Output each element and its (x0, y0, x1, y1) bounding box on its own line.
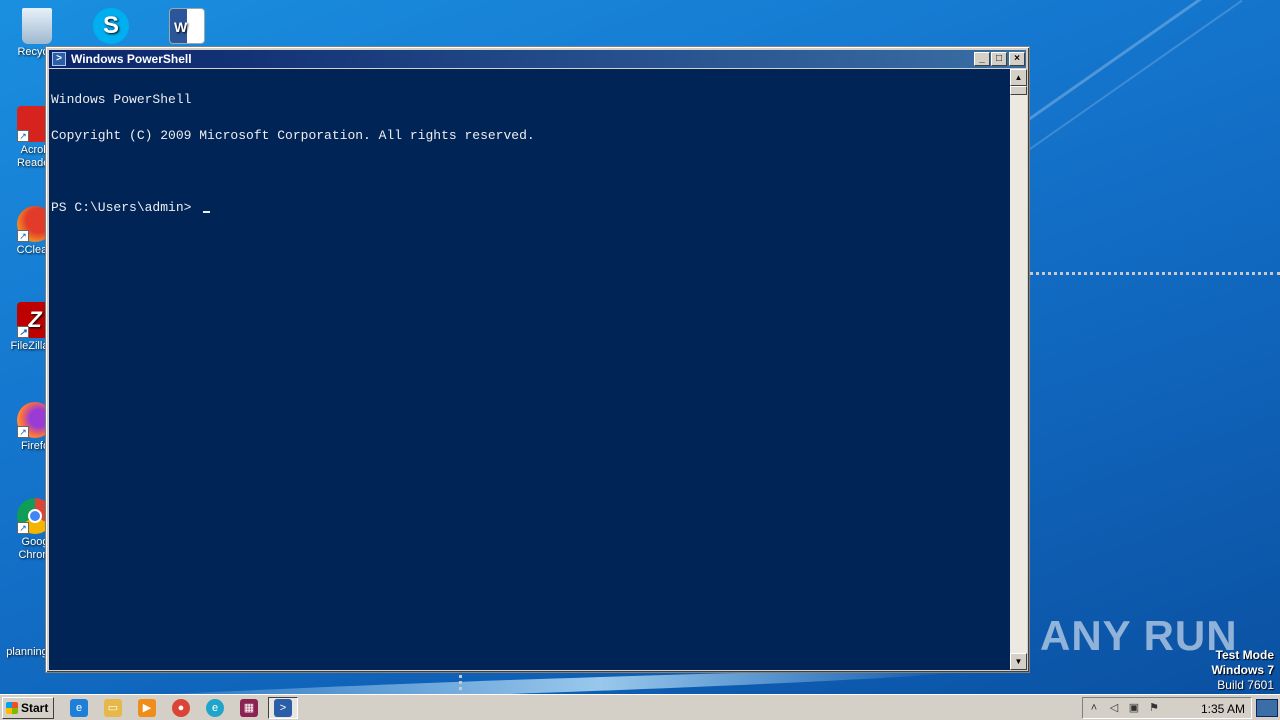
console-prompt-line: PS C:\Users\admin> (51, 200, 1008, 215)
show-desktop-button[interactable] (1256, 699, 1278, 717)
window-titlebar[interactable]: > Windows PowerShell _ □ × (49, 50, 1026, 68)
anyrun-watermark: ANY RUN (1040, 612, 1238, 659)
recycle-bin-icon (22, 8, 52, 44)
windows-logo-icon (6, 702, 18, 714)
window-title: Windows PowerShell (71, 52, 192, 66)
desktop-icon-skype[interactable]: S (76, 8, 146, 46)
powershell-icon[interactable]: > (274, 699, 292, 717)
skype-icon: S (93, 8, 129, 44)
winrar-icon[interactable]: ▦ (240, 699, 258, 717)
desktop-icon-word-document[interactable]: W (152, 8, 222, 46)
action-center-flag-icon[interactable]: ⚑ (1147, 701, 1161, 715)
console-output[interactable]: Windows PowerShell Copyright (C) 2009 Mi… (49, 69, 1010, 670)
show-hidden-icons-icon[interactable]: ˄ (1087, 701, 1101, 715)
taskbar: Start e ▭ ▶ ● e ▦ > ˄ ◁ ▣ ⚑ 1:35 AM (0, 694, 1280, 720)
vertical-scrollbar[interactable]: ▲ ▼ (1010, 69, 1027, 670)
network-icon[interactable]: ▣ (1127, 701, 1141, 715)
clock[interactable]: 1:35 AM (1201, 701, 1245, 717)
desktop-streak (991, 0, 1280, 146)
powershell-icon: > (52, 52, 66, 66)
maximize-button[interactable]: □ (991, 52, 1007, 66)
media-player-icon[interactable]: ▶ (138, 699, 156, 717)
console-prompt: PS C:\Users\admin> (51, 200, 200, 215)
close-button[interactable]: × (1009, 52, 1025, 66)
volume-icon[interactable]: ◁ (1107, 701, 1121, 715)
text-cursor (203, 211, 211, 213)
console-line: Copyright (C) 2009 Microsoft Corporation… (51, 128, 535, 143)
minimize-button[interactable]: _ (974, 52, 990, 66)
scroll-up-arrow-icon[interactable]: ▲ (1010, 69, 1027, 86)
scroll-thumb[interactable] (1010, 86, 1027, 95)
build-label: Build 7601 (1217, 678, 1274, 692)
explorer-folder-icon[interactable]: ▭ (104, 699, 122, 717)
test-mode-label: Test Mode (1215, 648, 1274, 662)
scroll-down-arrow-icon[interactable]: ▼ (1010, 653, 1027, 670)
system-tray: ˄ ◁ ▣ ⚑ 1:35 AM (1082, 697, 1252, 719)
powershell-window[interactable]: > Windows PowerShell _ □ × Windows Power… (45, 46, 1030, 673)
windows-version-label: Windows 7 (1211, 663, 1274, 677)
test-mode-notice: Test Mode Windows 7 Build 7601 (1211, 648, 1274, 693)
internet-explorer-icon[interactable]: e (70, 699, 88, 717)
console-line: Windows PowerShell (51, 92, 192, 107)
word-document-icon: W (169, 8, 205, 44)
start-label: Start (21, 701, 49, 715)
chrome-icon[interactable]: ● (172, 699, 190, 717)
edge-icon[interactable]: e (206, 699, 224, 717)
start-button[interactable]: Start (2, 697, 54, 719)
